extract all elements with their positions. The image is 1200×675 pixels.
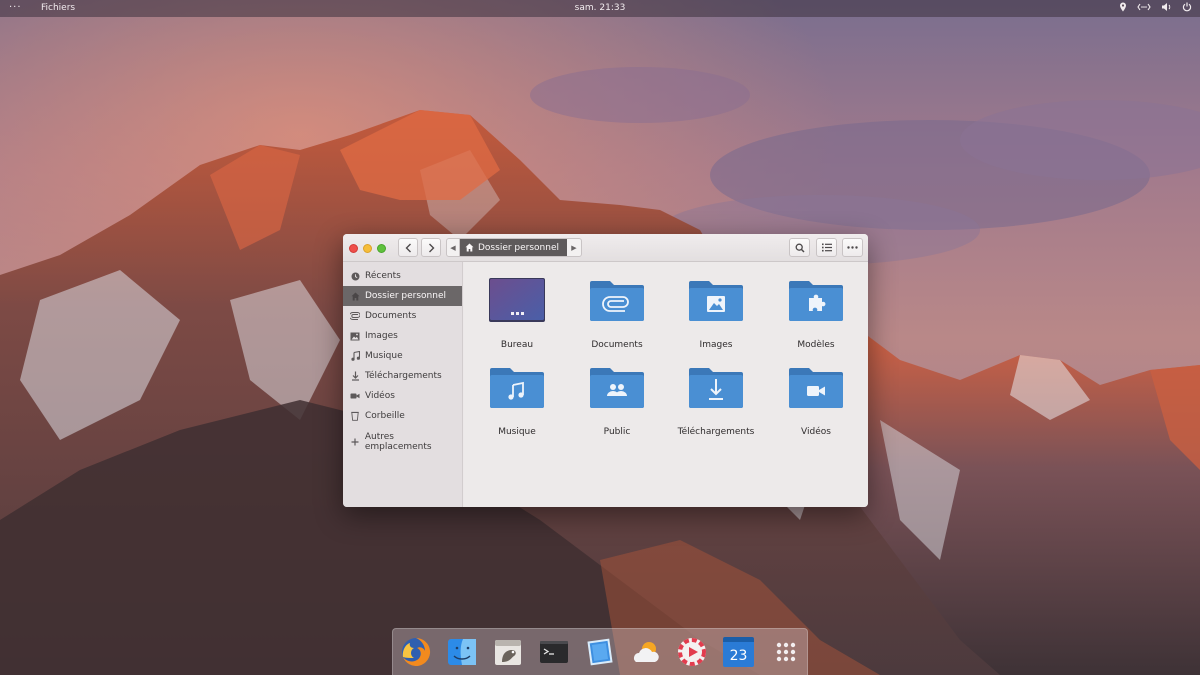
path-bar: ◀ Dossier personnel ▶ [446,238,582,257]
sidebar-item-label: Musique [365,351,403,361]
path-scroll-right-button[interactable]: ▶ [567,239,581,256]
image-icon [350,331,360,341]
places-sidebar: Récents Dossier personnel Documents Imag… [343,262,463,507]
sidebar-item-videos[interactable]: Vidéos [343,386,462,406]
weather-icon[interactable] [630,636,662,668]
list-view-icon [821,243,832,252]
gimp-icon[interactable] [492,636,524,668]
chevron-right-icon [428,243,434,252]
trash-icon [350,411,360,421]
maximize-window-button[interactable] [377,244,386,253]
folder-label: Musique [498,427,536,437]
forward-button[interactable] [421,238,441,257]
sidebar-item-music[interactable]: Musique [343,346,462,366]
sidebar-item-label: Dossier personnel [365,291,447,301]
sidebar-item-label: Documents [365,311,417,321]
clock-icon [350,271,360,281]
view-toggle-button[interactable] [816,238,837,257]
chevron-left-icon [405,243,411,252]
power-icon[interactable] [1182,2,1192,12]
calendar-day: 23 [729,648,748,664]
text-editor-icon[interactable] [584,636,616,668]
sidebar-item-label: Téléchargements [365,371,442,381]
folder-label: Public [603,427,631,437]
folder-label: Vidéos [801,427,831,437]
terminal-icon[interactable] [538,636,570,668]
sidebar-item-downloads[interactable]: Téléchargements [343,366,462,386]
file-manager-window: ◀ Dossier personnel ▶ Récents Dossier pe… [343,234,868,507]
more-options-icon [847,246,858,249]
folder-label: Bureau [500,340,534,350]
folder-modeles[interactable]: Modèles [771,277,861,350]
network-icon[interactable] [1137,2,1151,12]
sidebar-item-images[interactable]: Images [343,326,462,346]
folder-musique[interactable]: Musique [472,364,562,437]
documents-folder-icon [590,281,644,321]
home-icon [465,243,474,252]
path-segment-label: Dossier personnel [478,242,560,253]
folder-images[interactable]: Images [671,277,761,350]
folder-label: Documents [591,340,643,350]
clock[interactable]: sam. 21:33 [575,3,626,13]
desktop-folder-icon [489,278,545,322]
folder-label: Images [699,340,733,350]
calendar-icon[interactable]: 23 [723,637,754,667]
finder-icon[interactable] [446,636,478,668]
folder-public[interactable]: Public [572,364,662,437]
downloads-folder-icon [689,368,743,408]
pictures-folder-icon [689,281,743,321]
search-button[interactable] [789,238,810,257]
sidebar-item-label: Récents [365,271,401,281]
videos-folder-icon [789,368,843,408]
folder-bureau[interactable]: Bureau [472,277,562,350]
volume-icon[interactable] [1161,2,1172,12]
plus-icon [350,437,360,447]
back-button[interactable] [398,238,418,257]
video-camera-icon [350,391,360,401]
music-note-icon [350,351,360,361]
window-menu-button[interactable] [842,238,863,257]
dock: 23 [392,628,808,675]
activities-menu-button[interactable]: ··· [9,2,22,13]
folder-telechargements[interactable]: Téléchargements [671,364,761,437]
minimize-window-button[interactable] [363,244,372,253]
path-segment-home[interactable]: Dossier personnel [460,239,567,256]
folder-label: Téléchargements [677,427,755,437]
sidebar-item-trash[interactable]: Corbeille [343,406,462,426]
location-icon[interactable] [1119,2,1127,12]
top-panel: ··· Fichiers sam. 21:33 [0,0,1200,17]
folder-label: Modèles [797,340,835,350]
file-view: Bureau Documents Images Modèles Musique … [464,262,868,507]
paperclip-icon [350,311,360,321]
app-menu-button[interactable]: Fichiers [41,3,75,13]
sidebar-item-other-locations[interactable]: Autres emplacements [343,432,462,452]
sidebar-item-recent[interactable]: Récents [343,266,462,286]
sidebar-item-label: Images [365,331,398,341]
close-window-button[interactable] [349,244,358,253]
sidebar-item-documents[interactable]: Documents [343,306,462,326]
public-folder-icon [590,368,644,408]
sidebar-item-label: Autres emplacements [364,432,432,452]
music-folder-icon [490,368,544,408]
folder-videos[interactable]: Vidéos [771,364,861,437]
sidebar-item-label: Vidéos [365,391,395,401]
download-icon [350,371,360,381]
home-icon [350,291,360,301]
folder-documents[interactable]: Documents [572,277,662,350]
system-tray [1119,2,1192,12]
sidebar-item-home[interactable]: Dossier personnel [343,286,462,306]
templates-folder-icon [789,281,843,321]
media-player-icon[interactable] [676,636,708,668]
app-grid-icon[interactable] [770,636,802,668]
headerbar: ◀ Dossier personnel ▶ [343,234,868,262]
sidebar-item-label: Corbeille [365,411,405,421]
firefox-icon[interactable] [400,636,432,668]
search-icon [795,243,805,253]
path-scroll-left-button[interactable]: ◀ [447,239,460,256]
